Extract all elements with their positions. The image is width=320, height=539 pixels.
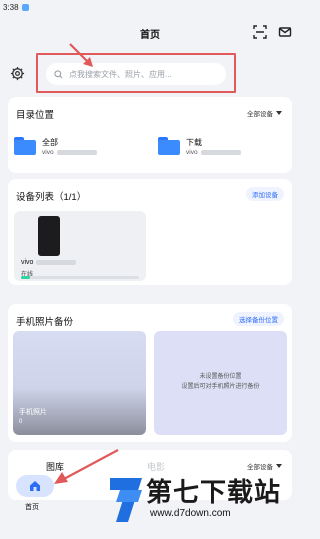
directory-item-device: vivo	[42, 149, 97, 156]
header: 首页	[0, 18, 300, 46]
directory-item-name: 下载	[186, 138, 202, 147]
directory-card: 目录位置 全部设备 全部 vivo 下载 vivo	[8, 97, 292, 173]
backup-location-tile[interactable]: 未设置备份位置 设置后可对手机照片进行备份	[154, 331, 287, 435]
directory-item-device: vivo	[186, 149, 241, 156]
home-icon	[30, 481, 40, 491]
chevron-down-icon	[276, 111, 282, 115]
watermark-logo-icon	[110, 478, 142, 522]
storage-bar-fill	[21, 276, 31, 279]
add-device-button[interactable]: 添加设备	[246, 187, 284, 201]
directory-filter-dropdown[interactable]: 全部设备	[247, 108, 282, 118]
folder-icon	[158, 137, 180, 155]
device-list-title: 设备列表（1/1）	[16, 192, 87, 203]
status-bar: 3:38	[0, 0, 300, 14]
folder-icon	[14, 137, 36, 155]
watermark: 第七下载站 www.d7down.com	[104, 468, 296, 534]
directory-item-name: 全部	[42, 138, 58, 147]
watermark-title: 第七下载站	[146, 477, 282, 507]
phone-icon	[38, 216, 60, 256]
notification-icon	[21, 3, 29, 11]
directory-title: 目录位置	[16, 110, 55, 121]
phone-photos-count: 0	[19, 419, 23, 425]
storage-bar	[21, 276, 139, 279]
watermark-url: www.d7down.com	[150, 508, 231, 519]
directory-filter-label: 全部设备	[247, 111, 273, 118]
select-backup-location-button[interactable]: 选择备份位置	[233, 312, 284, 326]
scan-icon[interactable]	[253, 25, 267, 39]
phone-photos-tile[interactable]: 手机照片 0	[13, 331, 146, 435]
device-name: vivo	[21, 259, 77, 266]
photo-backup-card: 手机照片备份 选择备份位置 手机照片 0 未设置备份位置 设置后可对手机照片进行…	[8, 304, 292, 442]
backup-hint-text: 设置后可对手机照片进行备份	[181, 384, 260, 390]
backup-unset-text: 未设置备份位置	[199, 374, 242, 380]
status-time: 3:38	[3, 2, 19, 12]
annotation-arrow-icon	[69, 43, 93, 67]
nav-home-label: 首页	[25, 504, 39, 511]
settings-gear-icon[interactable]	[10, 66, 25, 81]
mail-icon[interactable]	[278, 25, 292, 39]
device-list-card: 设备列表（1/1） 添加设备 vivo 在线	[8, 179, 292, 285]
phone-photos-title: 手机照片	[19, 409, 47, 416]
backup-title: 手机照片备份	[16, 317, 74, 328]
device-tile[interactable]: vivo 在线	[14, 211, 146, 281]
